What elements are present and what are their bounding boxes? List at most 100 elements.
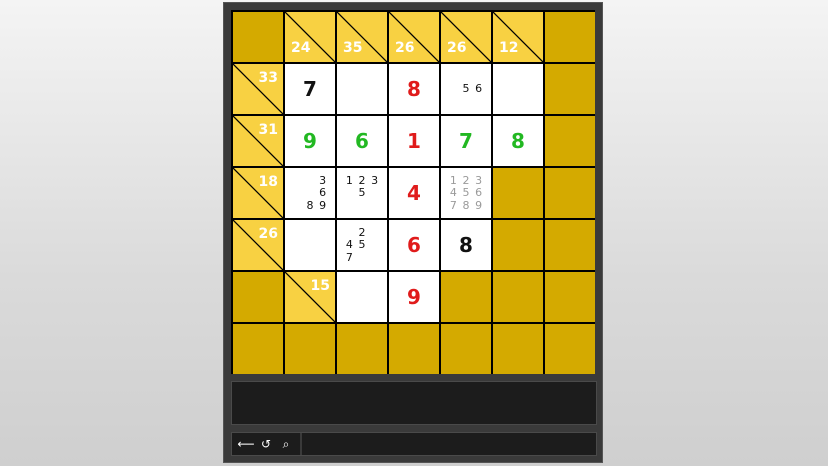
input-cell[interactable]: 1 bbox=[389, 116, 439, 166]
input-cell[interactable]: 2457 bbox=[337, 220, 387, 270]
pencil-mark bbox=[304, 174, 317, 187]
clue-cell: 12 bbox=[493, 12, 543, 62]
input-cell[interactable]: 8 bbox=[389, 64, 439, 114]
clue-cell: 26 bbox=[233, 220, 283, 270]
down-clue-sum: 26 bbox=[447, 40, 467, 56]
pencil-mark: 1 bbox=[449, 173, 457, 187]
pencil-mark: 2 bbox=[358, 225, 366, 239]
block-cell bbox=[545, 272, 595, 322]
block-cell bbox=[493, 272, 543, 322]
cell-value: 7 bbox=[459, 129, 473, 153]
pencil-mark: 6 bbox=[475, 82, 483, 96]
cell-value: 8 bbox=[407, 77, 421, 101]
input-cell[interactable] bbox=[337, 272, 387, 322]
input-cell[interactable]: 1235 bbox=[337, 168, 387, 218]
block-cell bbox=[285, 324, 335, 374]
search-icon[interactable]: ⌕ bbox=[276, 433, 296, 455]
pencil-mark: 6 bbox=[319, 186, 327, 200]
pencil-mark: 7 bbox=[345, 251, 353, 265]
pencil-mark bbox=[343, 226, 356, 239]
block-cell bbox=[233, 324, 283, 374]
input-cell[interactable]: 3689 bbox=[285, 168, 335, 218]
undo-icon[interactable]: ⟵ bbox=[236, 433, 256, 455]
across-clue-sum: 15 bbox=[310, 278, 330, 294]
pencil-marks: 123 456 789 bbox=[447, 174, 485, 212]
pencil-mark: 6 bbox=[475, 186, 483, 200]
kakuro-board: 24 35 26 26 12 33 7 8 5 6 31 9 6 1 7 8 18 3 6 8 9 1 2 3 5 4 1 2 3 4 5 6… bbox=[231, 10, 595, 374]
cell-value: 9 bbox=[407, 285, 421, 309]
clue-cell: 15 bbox=[285, 272, 335, 322]
pencil-mark: 3 bbox=[371, 173, 379, 187]
input-cell[interactable]: 6 bbox=[389, 220, 439, 270]
pencil-mark: 4 bbox=[345, 238, 353, 252]
pencil-mark: 2 bbox=[358, 173, 366, 187]
block-cell bbox=[389, 324, 439, 374]
pencil-mark bbox=[368, 251, 381, 264]
pencil-mark bbox=[460, 95, 473, 108]
pencil-mark bbox=[368, 187, 381, 200]
restart-icon[interactable]: ↺ bbox=[256, 433, 276, 455]
block-cell bbox=[233, 12, 283, 62]
pencil-mark: 8 bbox=[306, 199, 314, 213]
pencil-mark: 5 bbox=[358, 186, 366, 200]
cell-value: 4 bbox=[407, 181, 421, 205]
clue-cell: 26 bbox=[389, 12, 439, 62]
input-cell[interactable]: 9 bbox=[389, 272, 439, 322]
clue-cell: 33 bbox=[233, 64, 283, 114]
down-clue-sum: 26 bbox=[395, 40, 415, 56]
input-cell[interactable] bbox=[337, 64, 387, 114]
pencil-mark bbox=[291, 199, 304, 212]
status-field bbox=[302, 433, 596, 455]
input-cell[interactable]: 123 456 789 bbox=[441, 168, 491, 218]
pencil-mark: 1 bbox=[345, 173, 353, 187]
input-cell[interactable]: 7 bbox=[441, 116, 491, 166]
block-cell bbox=[493, 168, 543, 218]
input-cell[interactable] bbox=[285, 220, 335, 270]
input-cell[interactable]: 7 bbox=[285, 64, 335, 114]
pencil-mark: 3 bbox=[319, 173, 327, 187]
cell-value: 9 bbox=[303, 129, 317, 153]
block-cell bbox=[441, 324, 491, 374]
cell-value: 1 bbox=[407, 129, 421, 153]
pencil-mark: 9 bbox=[319, 199, 327, 213]
pencil-marks: 56 bbox=[447, 70, 485, 108]
puzzle-app: 24 35 26 26 12 33 7 8 5 6 31 9 6 1 7 8 18 3 6 8 9 1 2 3 5 4 1 2 3 4 5 6… bbox=[223, 2, 603, 463]
clue-cell: 31 bbox=[233, 116, 283, 166]
toolbar: ⟵ ↺ ⌕ bbox=[231, 432, 597, 456]
clue-cell: 24 bbox=[285, 12, 335, 62]
clue-cell: 35 bbox=[337, 12, 387, 62]
input-cell[interactable]: 9 bbox=[285, 116, 335, 166]
input-cell[interactable]: 4 bbox=[389, 168, 439, 218]
pencil-mark bbox=[304, 187, 317, 200]
block-cell bbox=[545, 168, 595, 218]
down-clue-sum: 24 bbox=[291, 40, 311, 56]
pencil-marks: 1235 bbox=[343, 174, 381, 212]
input-cell[interactable]: 6 bbox=[337, 116, 387, 166]
message-panel bbox=[231, 381, 597, 425]
pencil-mark bbox=[472, 70, 485, 83]
pencil-mark: 5 bbox=[462, 82, 470, 96]
pencil-mark: 5 bbox=[358, 238, 366, 252]
pencil-mark bbox=[291, 187, 304, 200]
pencil-mark: 8 bbox=[462, 199, 470, 213]
pencil-mark: 2 bbox=[462, 173, 470, 187]
block-cell bbox=[545, 12, 595, 62]
pencil-mark: 4 bbox=[449, 186, 457, 200]
pencil-mark: 5 bbox=[462, 186, 470, 200]
down-clue-sum: 12 bbox=[499, 40, 519, 56]
down-clue-sum: 35 bbox=[343, 40, 363, 56]
across-clue-sum: 18 bbox=[258, 174, 278, 190]
input-cell[interactable]: 8 bbox=[441, 220, 491, 270]
block-cell bbox=[493, 220, 543, 270]
pencil-mark bbox=[368, 199, 381, 212]
cell-value: 6 bbox=[355, 129, 369, 153]
input-cell[interactable]: 8 bbox=[493, 116, 543, 166]
block-cell bbox=[233, 272, 283, 322]
input-cell[interactable]: 56 bbox=[441, 64, 491, 114]
input-cell[interactable] bbox=[493, 64, 543, 114]
across-clue-sum: 26 bbox=[258, 226, 278, 242]
pencil-mark bbox=[460, 70, 473, 83]
pencil-mark: 3 bbox=[475, 173, 483, 187]
pencil-mark bbox=[368, 239, 381, 252]
pencil-mark: 7 bbox=[449, 199, 457, 213]
